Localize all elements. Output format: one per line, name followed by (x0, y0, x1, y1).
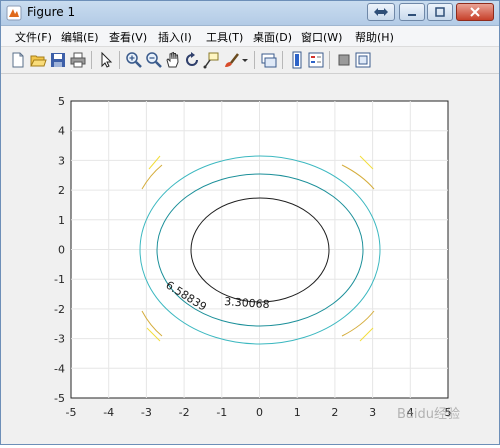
toolbar-separator (254, 51, 255, 69)
y-tick-label: -5 (54, 392, 65, 405)
title-bar: Figure 1 (1, 1, 499, 26)
dock-button[interactable] (367, 3, 395, 21)
maximize-button[interactable] (427, 3, 453, 21)
close-button[interactable] (456, 3, 494, 21)
watermark: Baidu经验 (397, 406, 460, 422)
hide-plot-tools-icon[interactable] (335, 51, 353, 69)
x-tick-label: 0 (256, 406, 263, 419)
y-tick-label: -2 (54, 303, 65, 316)
x-tick-labels: -5 -4 -3 -2 -1 0 1 2 3 4 5 (66, 406, 452, 419)
menu-insert[interactable]: 插入(I) (158, 29, 192, 45)
data-cursor-icon[interactable] (202, 51, 220, 69)
new-figure-icon[interactable] (9, 51, 27, 69)
x-tick-label: 2 (331, 406, 338, 419)
matlab-icon (6, 5, 22, 21)
toolbar-separator (91, 51, 92, 69)
rotate-3d-icon[interactable] (183, 51, 201, 69)
y-tick-label: 2 (58, 184, 65, 197)
watermark-text: Baidu经验 (397, 406, 460, 422)
save-icon[interactable] (49, 51, 67, 69)
contour-plot[interactable]: 6.58839 3.30068 -5 -4 -3 -2 -1 0 1 2 3 4 5 -5-4-3-… (2, 74, 499, 444)
zoom-out-icon[interactable] (145, 51, 163, 69)
y-tick-labels: -5 -4 -3 -2 -1 0 1 2 3 4 5 (54, 95, 65, 405)
pan-icon[interactable] (164, 51, 182, 69)
figure-window: Figure 1 文件(F) 编辑(E) 查看(V) 插入(I) 工具(T) 桌… (0, 0, 500, 445)
minimize-button[interactable] (399, 3, 425, 21)
y-tick-label: 5 (58, 95, 65, 108)
figure-toolbar (1, 47, 499, 74)
x-tick-label: -5 (66, 406, 77, 419)
y-tick-label: 3 (58, 154, 65, 167)
x-tick-label: -2 (179, 406, 190, 419)
y-tick-label: 1 (58, 214, 65, 227)
toolbar-separator (119, 51, 120, 69)
brush-icon[interactable] (222, 51, 240, 69)
link-plot-icon[interactable] (260, 51, 278, 69)
close-icon (470, 7, 480, 17)
y-tick-label: -3 (54, 333, 65, 346)
menu-bar: 文件(F) 编辑(E) 查看(V) 插入(I) 工具(T) 桌面(D) 窗口(W… (1, 26, 499, 47)
x-tick-label: 1 (294, 406, 301, 419)
menu-window[interactable]: 窗口(W) (301, 29, 342, 45)
window-title: Figure 1 (27, 5, 76, 19)
maximize-icon (435, 7, 445, 17)
menu-view[interactable]: 查看(V) (109, 29, 147, 45)
y-tick-label: 4 (58, 125, 65, 138)
figure-canvas: 6.58839 3.30068 -5 -4 -3 -2 -1 0 1 2 3 4 5 -5 -4 -3-… (2, 74, 499, 444)
menu-tools[interactable]: 工具(T) (206, 29, 243, 45)
menu-help[interactable]: 帮助(H) (355, 29, 394, 45)
y-tick-label: -1 (54, 273, 65, 286)
minimize-icon (408, 14, 416, 16)
menu-file[interactable]: 文件(F) (15, 29, 52, 45)
x-tick-label: -1 (216, 406, 227, 419)
x-tick-label: 3 (369, 406, 376, 419)
x-tick-label: -3 (141, 406, 152, 419)
menu-desktop[interactable]: 桌面(D) (253, 29, 292, 45)
print-icon[interactable] (69, 51, 87, 69)
brush-dropdown-icon[interactable] (240, 51, 250, 69)
toolbar-separator (282, 51, 283, 69)
show-plot-tools-icon[interactable] (354, 51, 372, 69)
x-tick-label: -4 (103, 406, 114, 419)
menu-edit[interactable]: 编辑(E) (61, 29, 99, 45)
zoom-in-icon[interactable] (125, 51, 143, 69)
y-tick-label: 0 (58, 244, 65, 257)
dock-arrows-icon (374, 8, 388, 16)
legend-icon[interactable] (307, 51, 325, 69)
open-file-icon[interactable] (29, 51, 47, 69)
toolbar-separator (329, 51, 330, 69)
y-tick-label: -4 (54, 362, 65, 375)
edit-plot-icon[interactable] (97, 51, 115, 69)
colorbar-icon[interactable] (288, 51, 306, 69)
